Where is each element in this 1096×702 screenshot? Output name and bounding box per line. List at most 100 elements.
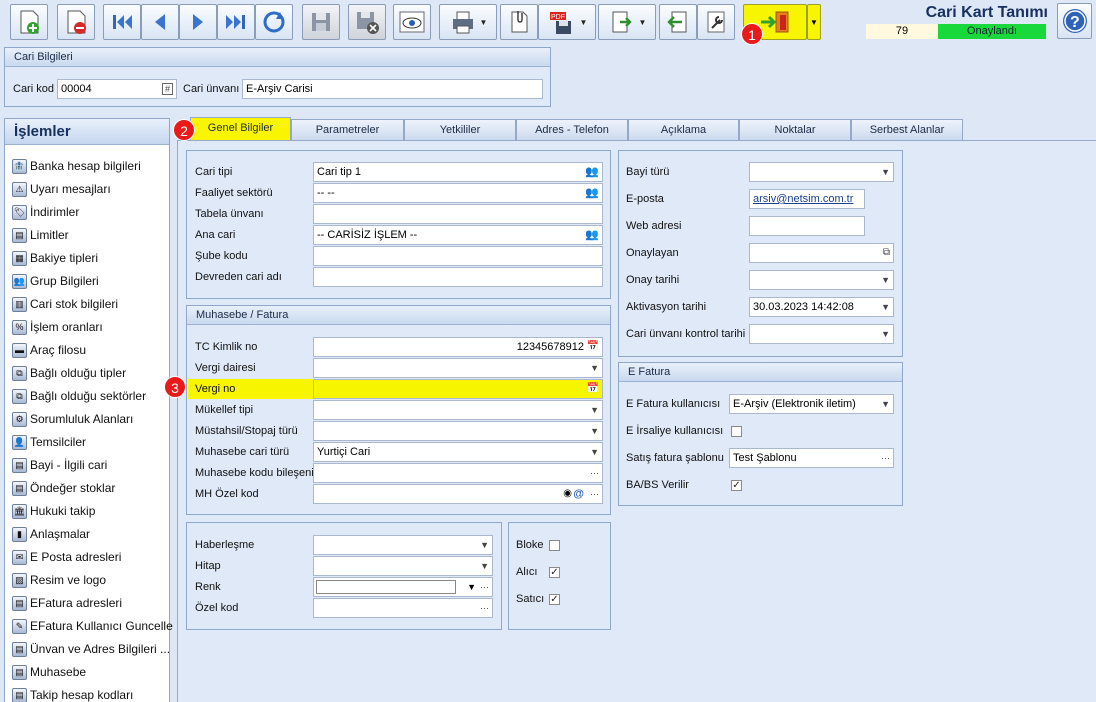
sidebar-item[interactable]: 🏷 İndirimler xyxy=(12,202,79,222)
sidebar-item[interactable]: ✉ E Posta adresleri xyxy=(12,547,121,567)
exit-dropdown-button[interactable]: ▼ xyxy=(807,4,821,40)
vergi-dairesi-select[interactable]: ▼ xyxy=(313,358,603,378)
next-record-button[interactable] xyxy=(179,4,217,40)
people-icon[interactable]: 👥 xyxy=(585,184,599,202)
ellipsis-button[interactable]: ··· xyxy=(480,599,489,617)
devreden-input[interactable] xyxy=(313,267,603,287)
chevron-down-icon[interactable]: ▼ xyxy=(590,422,599,440)
sidebar-item[interactable]: ▤ Limitler xyxy=(12,225,69,245)
save-button[interactable] xyxy=(302,4,340,40)
hitap-select[interactable]: ▼ xyxy=(313,556,493,576)
chevron-down-icon[interactable]: ▼ xyxy=(881,163,890,181)
efatura-kullanici-select[interactable]: E-Arşiv (Elektronik iletim) ▼ xyxy=(729,394,894,414)
print-button[interactable]: ▼ xyxy=(439,4,497,40)
eye-icon[interactable]: ◉ xyxy=(563,485,572,503)
eposta-input[interactable]: arsiv@netsim.com.tr xyxy=(749,189,865,209)
chevron-down-icon[interactable]: ▼ xyxy=(881,395,890,413)
tab-adres-telefon[interactable]: Adres - Telefon xyxy=(516,119,628,140)
mh-ozel-input[interactable]: ··· @ ◉ xyxy=(313,484,603,504)
chevron-down-icon[interactable]: ▼ xyxy=(590,443,599,461)
tab-yetkililer[interactable]: Yetkililer xyxy=(404,119,516,140)
calendar-icon[interactable]: 📅 xyxy=(587,380,599,398)
chevron-down-icon[interactable]: ▼ xyxy=(881,298,890,316)
muh-kodu-input[interactable]: ··· xyxy=(313,463,603,483)
attach-button[interactable] xyxy=(500,4,538,40)
sidebar-item[interactable]: % İşlem oranları xyxy=(12,317,103,337)
sidebar-item[interactable]: ▤ EFatura adresleri xyxy=(12,593,122,613)
cari-tipi-input[interactable]: Cari tip 1 👥 xyxy=(313,162,603,182)
user-lookup-icon[interactable]: ⧉ xyxy=(883,244,890,262)
sidebar-item[interactable]: 👤 Temsilciler xyxy=(12,432,86,452)
people-icon[interactable]: 👥 xyxy=(585,163,599,181)
ana-cari-input[interactable]: -- CARİSİZ İŞLEM -- 👥 xyxy=(313,225,603,245)
sablon-input[interactable]: Test Şablonu ··· xyxy=(729,448,894,468)
mustahsil-select[interactable]: ▼ xyxy=(313,421,603,441)
ellipsis-button[interactable]: ··· xyxy=(590,464,599,482)
muh-cari-turu-select[interactable]: Yurtiçi Cari ▼ xyxy=(313,442,603,462)
first-record-button[interactable] xyxy=(103,4,141,40)
preview-button[interactable] xyxy=(393,4,431,40)
sidebar-item[interactable]: 👥 Grup Bilgileri xyxy=(12,271,99,291)
haberlesme-select[interactable]: ▼ xyxy=(313,535,493,555)
sube-input[interactable] xyxy=(313,246,603,266)
new-button[interactable] xyxy=(10,4,48,40)
mukellef-select[interactable]: ▼ xyxy=(313,400,603,420)
delete-button[interactable] xyxy=(57,4,95,40)
sidebar-item[interactable]: ⧉ Bağlı olduğu tipler xyxy=(12,363,126,383)
ellipsis-button[interactable]: ··· xyxy=(881,449,890,467)
ellipsis-button[interactable]: ··· xyxy=(480,578,489,596)
sidebar-item[interactable]: ▮ Anlaşmalar xyxy=(12,524,90,544)
tc-input[interactable]: 12345678912 📅 xyxy=(313,337,603,357)
bayi-turu-select[interactable]: ▼ xyxy=(749,162,894,182)
ellipsis-button[interactable]: ··· xyxy=(590,485,599,503)
alici-checkbox[interactable]: ✓ xyxy=(549,567,560,578)
tabela-input[interactable] xyxy=(313,204,603,224)
at-icon[interactable]: @ xyxy=(573,485,584,503)
tab-parametreler[interactable]: Parametreler xyxy=(291,119,404,140)
sidebar-item[interactable]: ▤ Öndeğer stoklar xyxy=(12,478,115,498)
chevron-down-icon[interactable]: ▼ xyxy=(467,578,476,596)
tools-button[interactable] xyxy=(697,4,735,40)
chevron-down-icon[interactable]: ▼ xyxy=(480,536,489,554)
chevron-down-icon[interactable]: ▼ xyxy=(590,359,599,377)
prev-record-button[interactable] xyxy=(141,4,179,40)
export-button[interactable]: ▼ xyxy=(598,4,656,40)
sidebar-item[interactable]: 🏛 Hukuki takip xyxy=(12,501,95,521)
cari-unvan-input[interactable]: E-Arşiv Carisi xyxy=(242,79,543,99)
cari-kod-input[interactable]: 00004 # xyxy=(57,79,177,99)
aktivasyon-select[interactable]: 30.03.2023 14:42:08 ▼ xyxy=(749,297,894,317)
satici-checkbox[interactable]: ✓ xyxy=(549,594,560,605)
bloke-checkbox[interactable] xyxy=(549,540,560,551)
last-record-button[interactable] xyxy=(217,4,255,40)
refresh-button[interactable] xyxy=(255,4,293,40)
sidebar-item[interactable]: ▤ Muhasebe xyxy=(12,662,86,682)
ozel-kod-input[interactable]: ··· xyxy=(313,598,493,618)
chevron-down-icon[interactable]: ▼ xyxy=(590,401,599,419)
vergi-no-input[interactable]: 📅 xyxy=(313,379,603,399)
save-cancel-button[interactable] xyxy=(348,4,386,40)
faaliyet-input[interactable]: -- -- 👥 xyxy=(313,183,603,203)
sidebar-item[interactable]: ▤ Bayi - İlgili cari xyxy=(12,455,107,475)
sidebar-item[interactable]: ▤ Ünvan ve Adres Bilgileri ... xyxy=(12,639,170,659)
tab-serbest-alanlar[interactable]: Serbest Alanlar xyxy=(851,119,963,140)
pdf-button[interactable]: PDF ▼ xyxy=(538,4,596,40)
irsaliye-checkbox[interactable] xyxy=(731,426,742,437)
sidebar-item[interactable]: ▤ Takip hesap kodları xyxy=(12,685,133,702)
tab-aciklama[interactable]: Açıklama xyxy=(628,119,739,140)
sidebar-item[interactable]: 🏦 Banka hesap bilgileri xyxy=(12,156,141,176)
renk-select[interactable]: ▼ ··· xyxy=(313,577,493,597)
help-button[interactable]: ? xyxy=(1057,3,1092,39)
calendar-icon[interactable]: 📅 xyxy=(587,338,599,356)
sidebar-item[interactable]: ▨ Resim ve logo xyxy=(12,570,106,590)
web-input[interactable] xyxy=(749,216,865,236)
tab-noktalar[interactable]: Noktalar xyxy=(739,119,851,140)
unvan-kontrol-select[interactable]: ▼ xyxy=(749,324,894,344)
babs-checkbox[interactable]: ✓ xyxy=(731,480,742,491)
cari-kod-lookup-button[interactable]: # xyxy=(161,83,173,95)
chevron-down-icon[interactable]: ▼ xyxy=(881,325,890,343)
chevron-down-icon[interactable]: ▼ xyxy=(480,557,489,575)
sidebar-item[interactable]: ✎ EFatura Kullanıcı Guncelle xyxy=(12,616,173,636)
sidebar-item[interactable]: ⚠ Uyarı mesajları xyxy=(12,179,111,199)
sidebar-item[interactable]: ▬ Araç filosu xyxy=(12,340,86,360)
tab-genel-bilgiler[interactable]: Genel Bilgiler xyxy=(190,117,291,140)
